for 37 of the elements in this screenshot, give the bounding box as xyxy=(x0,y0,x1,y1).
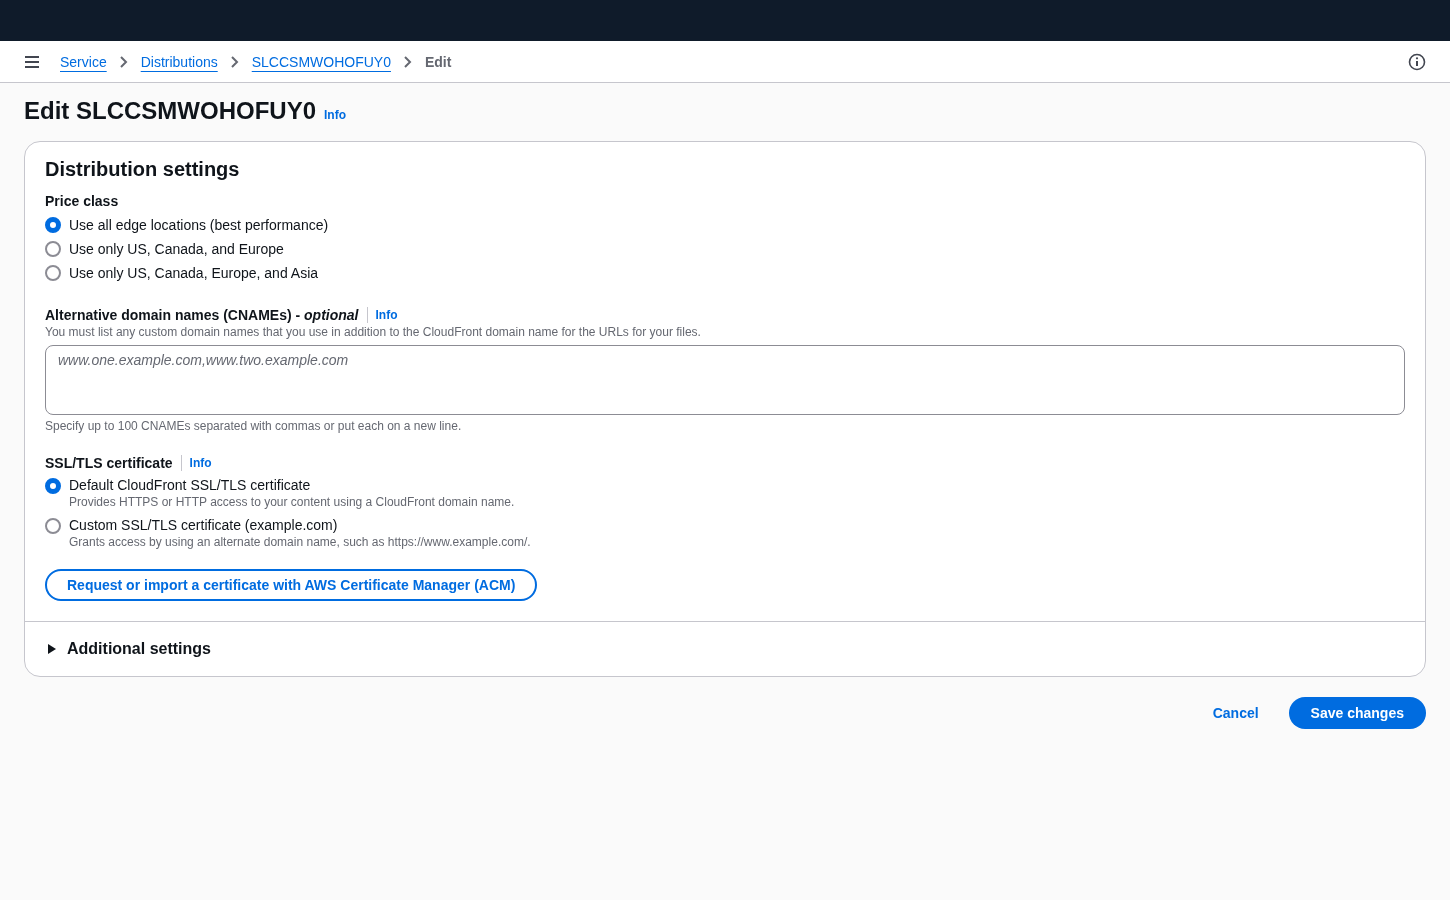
cnames-input-field[interactable]: www.one.example.com,www.two.example.com xyxy=(45,345,1405,415)
panel-title: Distribution settings xyxy=(45,158,241,181)
info-icon[interactable] xyxy=(1408,52,1426,71)
radio-button[interactable] xyxy=(45,478,61,494)
field-label: Alternative domain names (CNAMEs) - optional xyxy=(45,307,359,323)
radio-button[interactable] xyxy=(45,217,61,233)
breadcrumb-current: Edit xyxy=(424,53,452,70)
expandable-section-title[interactable]: Additional settings xyxy=(67,640,211,658)
page-title: Edit SLCCSMWOHOFUY0 xyxy=(24,97,316,125)
caret-right-icon[interactable] xyxy=(47,643,57,655)
breadcrumb-link[interactable]: Distributions xyxy=(140,53,218,70)
radio-button[interactable] xyxy=(45,518,61,534)
radio-label: Use only US, Canada, and Europe xyxy=(69,241,284,257)
chevron-right-icon xyxy=(402,54,413,69)
info-link[interactable]: Info xyxy=(324,108,346,122)
radio-label: Use only US, Canada, Europe, and Asia xyxy=(69,265,319,281)
radio-button[interactable] xyxy=(45,241,61,257)
breadcrumb-link[interactable]: SLCCSMWOHOFUY0 xyxy=(251,53,391,70)
menu-icon[interactable] xyxy=(24,54,40,69)
radio-label: Use all edge locations (best performance) xyxy=(69,217,329,233)
field-description: You must list any custom domain names that you use in addition to the CloudFront domain name for the URLs for your files. xyxy=(45,325,702,339)
info-link[interactable]: Info xyxy=(375,308,398,322)
field-label: SSL/TLS certificate xyxy=(45,455,173,471)
request-certificate-button[interactable]: Request or import a certificate with AWS Certificate Manager (ACM) xyxy=(45,569,538,601)
radio-label: Default CloudFront SSL/TLS certificate xyxy=(69,477,312,493)
radio-button[interactable] xyxy=(45,265,61,281)
cancel-button[interactable]: Cancel xyxy=(1202,697,1269,729)
chevron-right-icon xyxy=(229,54,240,69)
field-hint: Specify up to 100 CNAMEs separated with commas or put each on a new line. xyxy=(45,419,463,433)
radio-description: Provides HTTPS or HTTP access to your content using a CloudFront domain name. xyxy=(69,495,515,509)
radio-description: Grants access by using an alternate domain name, such as https://www.example.com/. xyxy=(69,535,531,549)
radio-label: Custom SSL/TLS certificate (example.com) xyxy=(69,517,339,533)
save-button[interactable]: Save changes xyxy=(1288,697,1426,729)
chevron-right-icon xyxy=(118,54,129,69)
field-label: Price class xyxy=(45,193,120,209)
info-link[interactable]: Info xyxy=(189,456,212,470)
breadcrumb-link[interactable]: Service xyxy=(60,53,107,70)
